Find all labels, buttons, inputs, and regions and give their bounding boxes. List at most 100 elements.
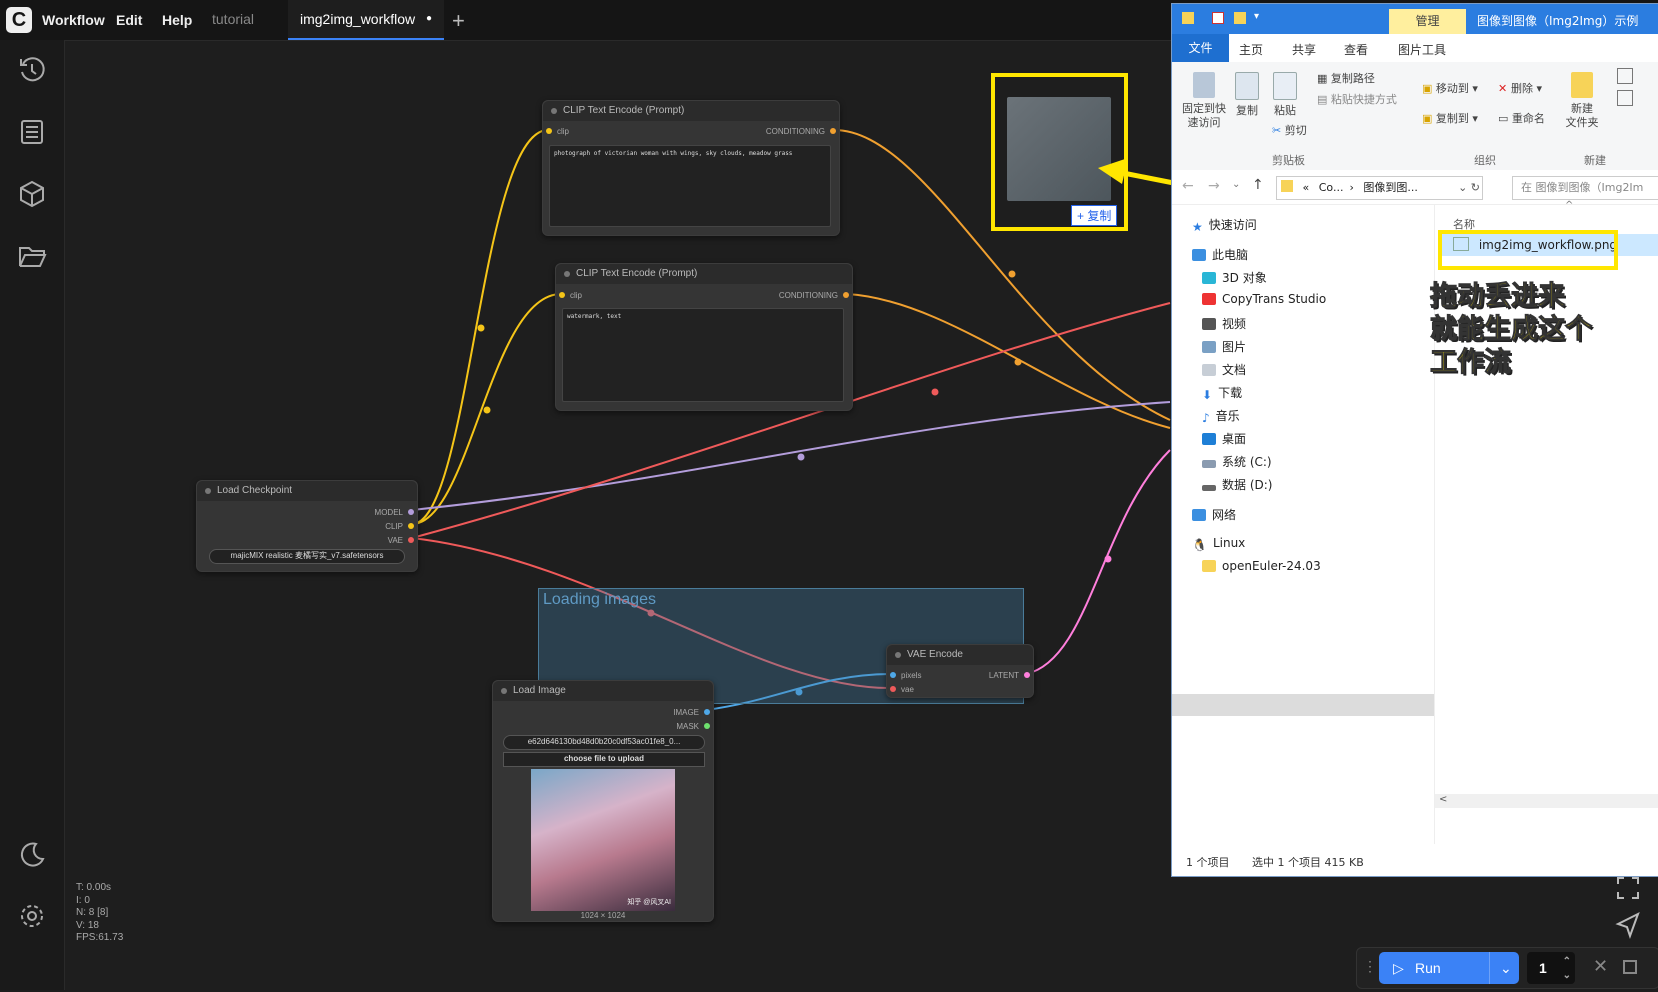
pin-quick-access-button[interactable]: 固定到快 速访问 xyxy=(1178,72,1230,130)
video-film-icon xyxy=(1202,318,1216,330)
button-label: 粘贴 xyxy=(1274,104,1296,117)
send-arrow-icon[interactable] xyxy=(1612,908,1644,940)
stat-i: I: 0 xyxy=(76,894,90,906)
quick-access-toolbar-dropdown-icon[interactable]: ▾ xyxy=(1254,11,1259,22)
node-load-checkpoint[interactable]: Load Checkpoint MODEL CLIP VAE majicMIX … xyxy=(196,480,418,572)
cut-button[interactable]: ✂ 剪切 xyxy=(1272,122,1307,138)
tab-file[interactable]: 文件 xyxy=(1172,34,1229,62)
nav-desktop[interactable]: 桌面 xyxy=(1202,430,1246,447)
prompt-textarea[interactable]: photograph of victorian woman with wings… xyxy=(549,145,831,227)
ckpt-name-combo[interactable]: majicMIX realistic 麦橘写实_v7.safetensors xyxy=(209,549,405,564)
path-segment[interactable]: 图像到图... xyxy=(1363,181,1418,194)
nav-linux[interactable]: 🐧 Linux xyxy=(1192,536,1245,552)
wire-latent xyxy=(1025,449,1171,675)
up-arrow-icon[interactable]: ↑ xyxy=(1252,177,1264,193)
new-item-icon[interactable] xyxy=(1617,68,1633,84)
clip-output-dot[interactable] xyxy=(408,523,414,529)
tab-home[interactable]: 主页 xyxy=(1239,41,1263,58)
new-folder-button[interactable]: 新建 文件夹 xyxy=(1562,72,1602,130)
recent-dropdown-icon[interactable]: ⌄ xyxy=(1232,179,1240,190)
nav-3d-objects[interactable]: 3D 对象 xyxy=(1202,269,1267,286)
dragged-image-thumbnail xyxy=(1007,97,1111,201)
new-folder-quick-icon[interactable] xyxy=(1234,12,1246,24)
easy-access-icon[interactable] xyxy=(1617,90,1633,106)
copy-to-button[interactable]: ▣ 复制到 ▾ xyxy=(1422,110,1478,126)
nav-this-pc[interactable]: 此电脑 xyxy=(1192,246,1248,263)
prompt-textarea[interactable]: watermark, text xyxy=(562,308,844,402)
tab-share[interactable]: 共享 xyxy=(1292,41,1316,58)
node-title: CLIP Text Encode (Prompt) xyxy=(556,264,852,284)
model-output-dot[interactable] xyxy=(408,509,414,515)
node-clip-text-encode-negative[interactable]: CLIP Text Encode (Prompt) clip CONDITION… xyxy=(555,263,853,411)
tab-view[interactable]: 查看 xyxy=(1344,41,1368,58)
address-dropdown-icon[interactable]: ⌄ ↻ xyxy=(1458,177,1480,199)
nav-label: 系统 (C:) xyxy=(1222,455,1272,469)
nav-openeuler[interactable]: openEuler-24.03 xyxy=(1202,559,1321,573)
wire-conditioning-2 xyxy=(846,293,1171,429)
path-segment[interactable]: Co... xyxy=(1319,181,1344,194)
vae-output-dot[interactable] xyxy=(408,537,414,543)
latent-output-dot[interactable] xyxy=(1024,672,1030,678)
pixels-input-dot[interactable] xyxy=(890,672,896,678)
horizontal-scrollbar[interactable]: < xyxy=(1435,794,1658,808)
nav-downloads[interactable]: ⬇ 下载 xyxy=(1202,384,1242,402)
star-icon: ★ xyxy=(1192,220,1203,234)
nav-videos[interactable]: 视频 xyxy=(1202,315,1246,332)
manage-contextual-tab[interactable]: 管理 xyxy=(1389,9,1466,34)
nav-quick-access[interactable]: ★ 快速访问 xyxy=(1192,216,1257,234)
computer-icon xyxy=(1192,249,1206,261)
image-file-combo[interactable]: e62d646130bd48d0b20c0df53ac01fe8_0... xyxy=(503,735,705,750)
conditioning-output-dot[interactable] xyxy=(830,128,836,134)
network-icon xyxy=(1192,509,1206,521)
batch-count-input[interactable]: 1 ⌃ ⌄ xyxy=(1527,952,1575,984)
wire-reroute-dot xyxy=(1014,358,1022,366)
choose-file-upload-button[interactable]: choose file to upload xyxy=(503,752,705,767)
address-path-box[interactable]: « Co... › 图像到图... ⌄ ↻ xyxy=(1276,176,1483,200)
back-arrow-icon[interactable]: ← xyxy=(1182,178,1194,194)
nav-music[interactable]: ♪ 音乐 xyxy=(1202,407,1240,425)
delete-button[interactable]: ✕ 删除 ▾ xyxy=(1498,80,1542,96)
nav-drive-c[interactable]: 系统 (C:) xyxy=(1202,453,1272,470)
run-button[interactable]: ▷ Run ⌄ xyxy=(1379,952,1519,984)
properties-icon[interactable] xyxy=(1212,12,1224,24)
move-to-icon: ▣ xyxy=(1422,82,1436,95)
nav-copytrans[interactable]: CopyTrans Studio xyxy=(1202,292,1326,306)
clip-input-dot[interactable] xyxy=(559,292,565,298)
conditioning-output-dot[interactable] xyxy=(843,292,849,298)
button-label: 新建 文件夹 xyxy=(1565,102,1599,129)
group-title: Loading images xyxy=(543,591,656,608)
image-output-dot[interactable] xyxy=(704,709,710,715)
copytrans-icon xyxy=(1202,293,1216,305)
scroll-left-icon[interactable]: < xyxy=(1439,794,1447,805)
stop-square-icon[interactable] xyxy=(1623,960,1637,974)
move-to-button[interactable]: ▣ 移动到 ▾ xyxy=(1422,80,1478,96)
nav-documents[interactable]: 文档 xyxy=(1202,361,1246,378)
node-vae-encode[interactable]: VAE Encode pixels vae LATENT xyxy=(886,644,1034,698)
rename-button[interactable]: ▭ 重命名 xyxy=(1498,110,1545,126)
copy-button[interactable]: 复制 xyxy=(1232,72,1262,118)
file-explorer-window: ▾ 管理 图像到图像（Img2Img）示例 文件 主页 共享 查看 图片工具 固… xyxy=(1171,3,1658,877)
clip-input-dot[interactable] xyxy=(546,128,552,134)
explorer-titlebar: ▾ 管理 图像到图像（Img2Img）示例 xyxy=(1172,4,1658,34)
run-options-chevron-icon[interactable]: ⌄ xyxy=(1489,952,1512,984)
image-size-label: 1024 × 1024 xyxy=(580,911,626,920)
nav-network[interactable]: 网络 xyxy=(1192,506,1236,523)
tab-picture-tools[interactable]: 图片工具 xyxy=(1398,41,1446,58)
drag-handle-icon[interactable]: ⋮ xyxy=(1363,958,1377,975)
paste-button[interactable]: 粘贴 xyxy=(1270,72,1300,118)
nav-drive-d[interactable]: 数据 (D:) xyxy=(1202,476,1272,493)
mask-output-dot[interactable] xyxy=(704,723,710,729)
paste-shortcut-button[interactable]: ▤ 粘贴快捷方式 xyxy=(1317,91,1397,107)
copy-icon xyxy=(1235,72,1259,100)
nav-pictures[interactable]: 图片 xyxy=(1202,338,1246,355)
paste-shortcut-icon: ▤ xyxy=(1317,93,1331,106)
node-load-image[interactable]: Load Image IMAGE MASK e62d646130bd48d0b2… xyxy=(492,680,714,922)
fit-view-icon[interactable] xyxy=(1612,872,1644,904)
cancel-x-icon[interactable]: ✕ xyxy=(1593,956,1608,977)
vae-input-dot[interactable] xyxy=(890,686,896,692)
decrement-chevron-icon[interactable]: ⌄ xyxy=(1563,960,1571,992)
explorer-search-input[interactable]: 在 图像到图像（Img2Im xyxy=(1512,176,1658,200)
copy-path-button[interactable]: ▦ 复制路径 xyxy=(1317,70,1375,86)
node-clip-text-encode-positive[interactable]: CLIP Text Encode (Prompt) clip CONDITION… xyxy=(542,100,840,236)
forward-arrow-icon[interactable]: → xyxy=(1208,178,1220,194)
